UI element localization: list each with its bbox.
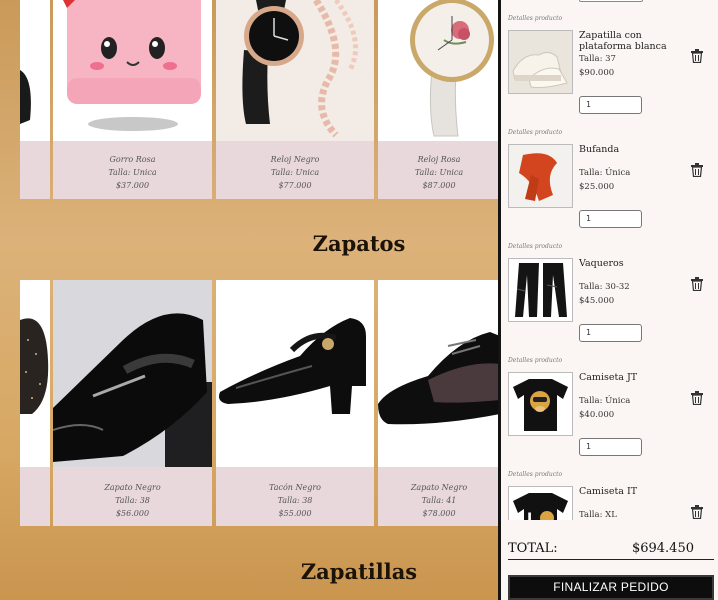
cart-item-thumbnail xyxy=(508,144,573,208)
trash-icon xyxy=(691,391,703,405)
remove-item-button[interactable] xyxy=(688,47,706,65)
cart-item: Detalles producto Camiseta JT Talla: Úni… xyxy=(501,357,718,471)
trash-icon xyxy=(691,163,703,177)
cart-item-thumbnail xyxy=(508,258,573,322)
cart-item-name: Camiseta JT xyxy=(579,372,638,383)
cart-item-price: $25.000 xyxy=(579,182,615,192)
detail-label: Detalles producto xyxy=(508,471,563,478)
product-size: Talla: 38 xyxy=(115,496,150,505)
cart-item-size: Talla: Única xyxy=(579,396,631,406)
cart-item-size: Talla: Única xyxy=(579,168,631,178)
product-size: Talla: 41 xyxy=(421,496,457,505)
product-card[interactable]: Tacón Negro Talla: 38 $55.000 xyxy=(216,280,374,526)
product-image-rose-watch xyxy=(378,0,500,141)
cart-item-price: $90.000 xyxy=(579,68,615,78)
trash-icon xyxy=(691,505,703,519)
product-size: Talla: Unica xyxy=(270,168,320,177)
cart-item-thumbnail: L xyxy=(508,486,573,520)
cart-item-size: Talla: 37 xyxy=(579,54,616,64)
total-value: $694.450 xyxy=(631,541,694,556)
cart-item-price: $40.000 xyxy=(579,410,615,420)
product-info xyxy=(20,467,50,526)
trash-icon xyxy=(691,49,703,63)
product-price: $37.000 xyxy=(115,181,150,190)
cart-item: Detalles producto Vaqueros Talla: 30-32 … xyxy=(501,243,718,357)
cart-quantity-input[interactable]: 1 xyxy=(579,324,642,342)
cart-total: TOTAL: $694.450 xyxy=(508,540,714,560)
product-image-black-loafer xyxy=(53,280,212,467)
total-label: TOTAL: xyxy=(508,541,558,556)
product-name: Zapato Negro xyxy=(104,483,161,492)
product-info: Reloj Negro Talla: Unica $77.000 xyxy=(216,141,374,199)
product-name: Gorro Rosa xyxy=(109,155,156,164)
cart-item: Detalles producto Bufanda Talla: Única $… xyxy=(501,129,718,243)
remove-item-button[interactable] xyxy=(688,389,706,407)
cart-item: Detalles producto Zapatilla con platafor… xyxy=(501,15,718,129)
product-info: Gorro Rosa Talla: Unica $37.000 xyxy=(53,141,212,199)
remove-item-button[interactable] xyxy=(688,275,706,293)
product-image-black-watch xyxy=(216,0,374,141)
product-size: Talla: Unica xyxy=(414,168,464,177)
svg-text:L: L xyxy=(527,511,536,520)
product-size: Talla: Unica xyxy=(108,168,157,177)
product-name: Tacón Negro xyxy=(269,483,321,492)
product-card[interactable]: Reloj Rosa Talla: Unica $87.000 xyxy=(378,0,500,199)
cart-item-thumbnail xyxy=(508,30,573,94)
product-name: Reloj Rosa xyxy=(417,155,461,164)
cart-item-name: Bufanda xyxy=(579,144,620,155)
cart-item-name: Vaqueros xyxy=(579,258,624,269)
product-info xyxy=(20,141,50,199)
product-image-pink-beanie xyxy=(53,0,212,141)
product-price: $87.000 xyxy=(422,181,456,190)
product-image-partial xyxy=(20,280,50,467)
product-card[interactable] xyxy=(20,280,50,526)
remove-item-button[interactable] xyxy=(688,161,706,179)
product-card[interactable]: Reloj Negro Talla: Unica $77.000 xyxy=(216,0,374,199)
product-image-black-heel xyxy=(216,280,374,467)
trash-icon xyxy=(691,277,703,291)
cart-quantity-input[interactable]: 1 xyxy=(579,96,642,114)
cart-quantity-input[interactable]: 1 xyxy=(579,438,642,456)
product-card[interactable]: Gorro Rosa Talla: Unica $37.000 xyxy=(53,0,212,199)
cart-item: Detalles producto L Camiseta IT Talla: X… xyxy=(501,471,718,520)
product-card[interactable] xyxy=(20,0,50,199)
detail-label: Detalles producto xyxy=(508,129,563,136)
product-name: Zapato Negro xyxy=(410,483,468,492)
product-card[interactable]: Zapato Negro Talla: 41 $78.000 xyxy=(378,280,500,526)
finalize-order-button[interactable]: FINALIZAR PEDIDO xyxy=(508,575,714,600)
cart-item-name: Camiseta IT xyxy=(579,486,638,497)
cart-items-list[interactable]: Detalles producto Zapatilla con platafor… xyxy=(501,0,718,520)
cart-item-size: Talla: XL xyxy=(579,510,617,520)
cart-item-price: $45.000 xyxy=(579,296,615,306)
cart-panel: Detalles producto Zapatilla con platafor… xyxy=(498,0,718,600)
cart-quantity-input-partial[interactable] xyxy=(579,0,643,2)
product-image-partial xyxy=(20,0,50,141)
product-card[interactable]: Zapato Negro Talla: 38 $56.000 xyxy=(53,280,212,526)
product-image-black-oxford xyxy=(378,280,500,467)
product-row-zapatos: Zapato Negro Talla: 38 $56.000 Tacón Neg… xyxy=(0,280,500,526)
cart-quantity-input[interactable]: 1 xyxy=(579,210,642,228)
product-info: Tacón Negro Talla: 38 $55.000 xyxy=(216,467,374,526)
remove-item-button[interactable] xyxy=(688,503,706,520)
product-info: Zapato Negro Talla: 38 $56.000 xyxy=(53,467,212,526)
product-price: $55.000 xyxy=(278,509,312,518)
detail-label: Detalles producto xyxy=(508,243,563,250)
product-price: $56.000 xyxy=(115,509,150,518)
product-price: $78.000 xyxy=(422,509,456,518)
product-name: Reloj Negro xyxy=(270,155,320,164)
product-size: Talla: 38 xyxy=(277,496,313,505)
product-row-accesorios: Gorro Rosa Talla: Unica $37.000 Reloj Ne… xyxy=(0,0,500,199)
cart-item-name: Zapatilla con plataforma blanca xyxy=(579,30,667,52)
cart-item-size: Talla: 30-32 xyxy=(579,282,630,292)
cart-item-thumbnail xyxy=(508,372,573,436)
detail-label: Detalles producto xyxy=(508,15,563,22)
product-info: Reloj Rosa Talla: Unica $87.000 xyxy=(378,141,500,199)
shop-area: Gorro Rosa Talla: Unica $37.000 Reloj Ne… xyxy=(0,0,500,600)
detail-label: Detalles producto xyxy=(508,357,563,364)
product-price: $77.000 xyxy=(278,181,312,190)
product-info: Zapato Negro Talla: 41 $78.000 xyxy=(378,467,500,526)
